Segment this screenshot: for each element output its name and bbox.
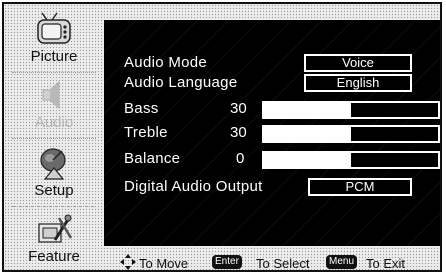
sidebar-item-label: Feature bbox=[28, 248, 80, 265]
treble-slider[interactable] bbox=[262, 125, 440, 143]
audio-mode-select[interactable]: Voice bbox=[304, 54, 412, 72]
divider bbox=[12, 138, 96, 139]
speaker-icon bbox=[42, 80, 60, 110]
audio-mode-label: Audio Mode bbox=[124, 54, 208, 71]
tools-icon bbox=[38, 214, 73, 243]
digital-audio-output-select[interactable]: PCM bbox=[308, 178, 412, 196]
sidebar-item-picture[interactable]: Picture bbox=[9, 10, 99, 72]
satellite-dish-icon bbox=[40, 148, 66, 180]
sidebar-item-feature[interactable]: Feature bbox=[9, 210, 99, 272]
treble-value: 30 bbox=[230, 124, 247, 141]
sidebar: Picture Audio Setup Feature bbox=[6, 6, 102, 272]
move-hint: To Move bbox=[139, 256, 189, 271]
sidebar-item-label: Picture bbox=[30, 48, 78, 65]
osd-frame: Picture Audio Setup Feature Audio Mode V… bbox=[2, 2, 442, 272]
menu-key-badge: Menu bbox=[326, 255, 358, 269]
balance-label: Balance bbox=[124, 150, 181, 167]
bass-value: 30 bbox=[230, 100, 247, 117]
dpad-arrows-icon bbox=[120, 254, 136, 270]
bass-label: Bass bbox=[124, 100, 159, 117]
audio-language-label: Audio Language bbox=[124, 74, 238, 91]
footer-hints: To Move Enter To Select Menu To Exit bbox=[104, 252, 440, 272]
tv-icon bbox=[37, 12, 71, 44]
divider bbox=[12, 72, 96, 73]
sidebar-item-label: Setup bbox=[34, 182, 74, 199]
audio-settings-panel: Audio Mode Voice Audio Language English … bbox=[104, 20, 440, 246]
treble-label: Treble bbox=[124, 124, 168, 141]
enter-key-badge: Enter bbox=[212, 255, 242, 269]
digital-audio-output-label: Digital Audio Output bbox=[124, 178, 263, 195]
bass-slider[interactable] bbox=[262, 101, 440, 119]
sidebar-item-label: Audio bbox=[34, 114, 74, 131]
sidebar-item-audio[interactable]: Audio bbox=[9, 76, 99, 138]
sidebar-item-setup[interactable]: Setup bbox=[9, 144, 99, 206]
balance-value: 0 bbox=[236, 150, 245, 167]
divider bbox=[12, 206, 96, 207]
audio-language-select[interactable]: English bbox=[304, 74, 412, 92]
balance-slider[interactable] bbox=[262, 151, 440, 169]
exit-hint: To Exit bbox=[366, 256, 406, 271]
select-hint: To Select bbox=[256, 256, 310, 271]
